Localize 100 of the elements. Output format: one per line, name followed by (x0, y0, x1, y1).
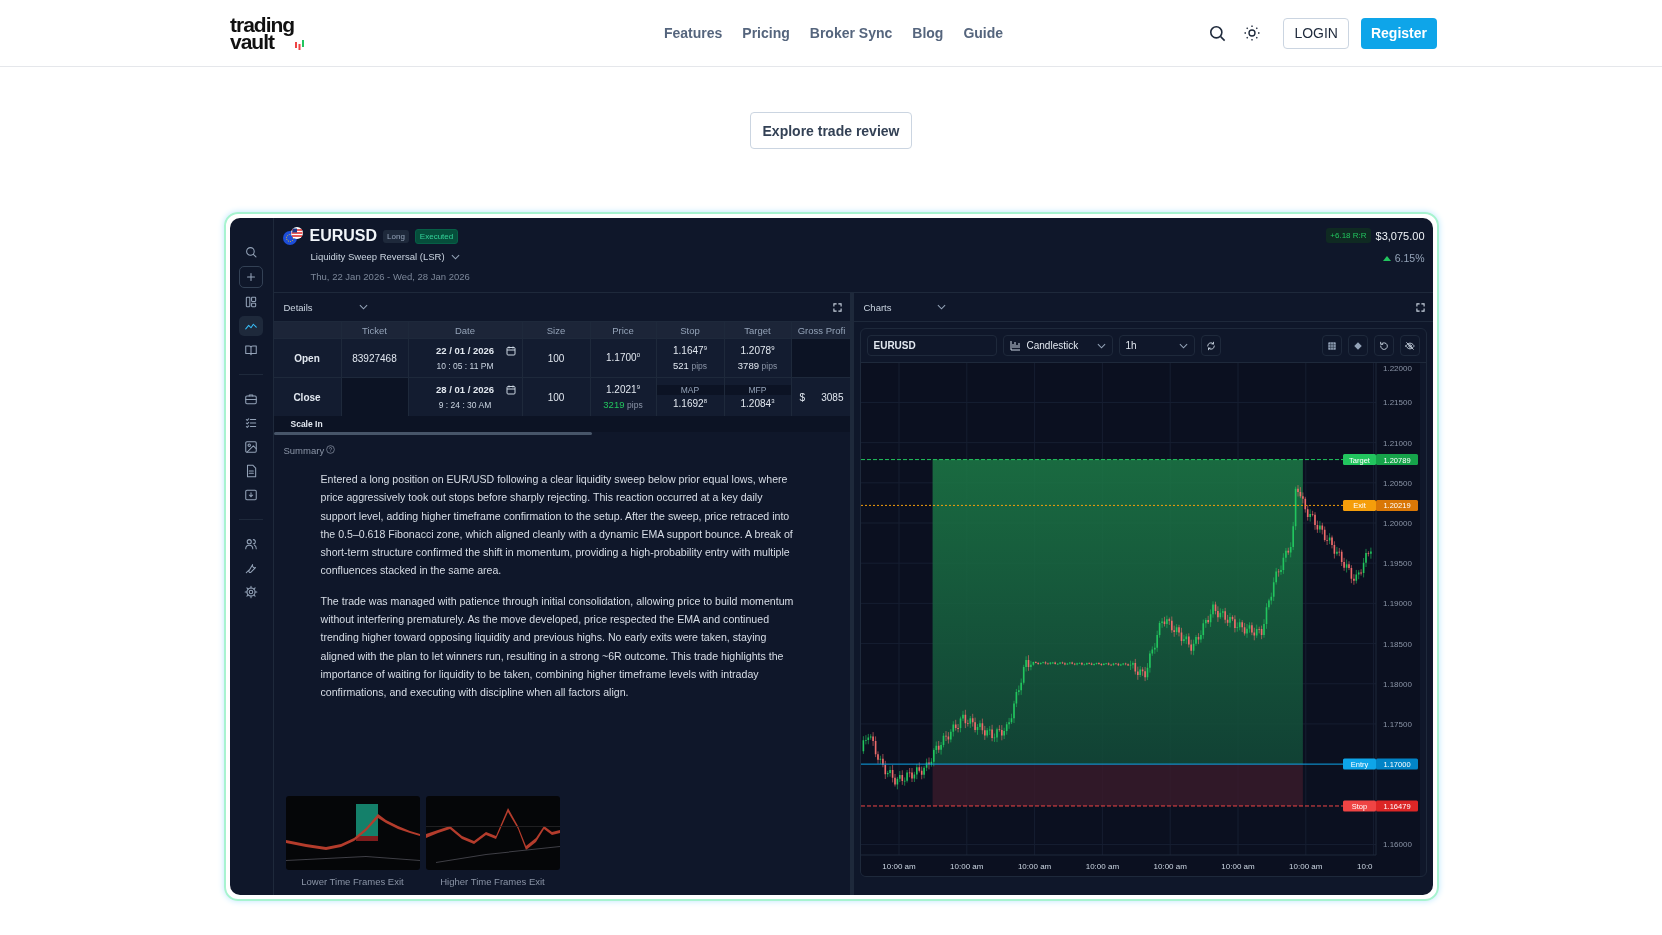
panel-dropdown[interactable]: Details (283, 301, 368, 313)
nav-link[interactable]: Blog (912, 25, 944, 41)
panel-title: Details (283, 301, 313, 313)
users-icon (244, 537, 258, 551)
row-label: Close (273, 378, 341, 416)
nav-link[interactable]: Guide (963, 25, 1004, 41)
row-label: Open (273, 339, 341, 377)
checklist-icon (244, 416, 258, 430)
risk-reward-badge: +6.18 R:R (1326, 228, 1371, 243)
wrench-icon (244, 561, 258, 575)
table-cell: 100 (522, 378, 590, 416)
gear-icon (244, 585, 258, 599)
price-label: 1.18000 (1382, 679, 1412, 689)
document-icon (244, 464, 258, 478)
nav-link[interactable]: Broker Sync (809, 25, 893, 41)
price-value: 1.1692$^{8}$ (673, 397, 707, 410)
grid-icon (1326, 340, 1337, 351)
table-header-cell: Target (724, 322, 791, 338)
sidebar-item[interactable] (239, 316, 263, 336)
grid-button[interactable] (1321, 335, 1342, 356)
summary-paragraph: The trade was managed with patience through initial consolidation, allowing price to build momentum without interfering prematurely. As the move developed, price respected the EMA and continued trending higher toward opposing liquidity and previous highs. No early exits were taken, staying aligned with the plan to let winners run, resulting in a strong ~6R outcome. This trade highlights the importance of waiting for liquidity to be taken, combining higher timeframe levels with intraday confirmations, and executing with discipline when all factors align. (320, 593, 795, 701)
price-label: 1.20500 (1382, 478, 1412, 488)
plus-icon (244, 270, 258, 284)
summary-label: Summary (283, 445, 325, 456)
price-value: 1.2078$^{9}$ (740, 344, 775, 357)
refresh-icon (1205, 340, 1216, 351)
chevron-icon (1096, 342, 1106, 349)
price-label: 1.18500 (1382, 639, 1412, 649)
chart-type-dropdown[interactable]: Candlestick (1002, 335, 1113, 356)
summary-paragraph: Entered a long position on EUR/USD following a clear liquidity sweep below prior equal lows, where price aggressively took out stops before sharply rejecting. This reaction occurred at a key daily support level, adding higher timeframe confirmation to the setup. After the sweep, price retraced into the 0.5–0.618 Fibonacci zone, which aligned cleanly with a dynamic EMA support bounce. A break of short-term structure confirmed the shift in momentum, providing a high-probability entry with multiple confluences stacked in the same area. (320, 472, 794, 579)
symbol-title: EURUSD (309, 227, 378, 245)
eye-off-icon (1404, 340, 1415, 351)
search-icon (244, 245, 258, 259)
briefcase-icon (244, 392, 258, 406)
picture-caption: Lower Time Frames Exit (301, 876, 404, 887)
price-label: 1.20000 (1382, 519, 1412, 528)
table-cell: 83927468 (341, 339, 408, 377)
picture-caption: Higher Time Frames Exit (440, 876, 545, 887)
chevron-icon (937, 304, 947, 310)
time-text: 9 : 24 : 30 AM (438, 400, 492, 410)
marker-button[interactable] (1347, 335, 1368, 356)
table-header-cell: Stop (656, 322, 724, 338)
sun-icon (1243, 24, 1262, 42)
chevron-icon (1178, 342, 1188, 349)
profit-amount: $3,075.00 (1375, 229, 1425, 242)
price-label: 1.17500 (1382, 719, 1412, 729)
logo-text: vault (230, 33, 275, 50)
refresh-button[interactable] (1200, 335, 1221, 356)
time-label: 10:00 am (949, 862, 983, 871)
pips-text: 3219 pips (603, 399, 643, 411)
calendar-icon (505, 346, 516, 356)
nav-link[interactable]: Pricing (742, 25, 790, 41)
hide-button[interactable] (1399, 335, 1420, 356)
status-badge: Executed (414, 228, 459, 244)
time-label: 10:00 am (1085, 862, 1119, 871)
price-value: 1.1700$^{0}$ (606, 352, 640, 364)
dashboard-icon (244, 295, 258, 309)
reset-button[interactable] (1373, 335, 1394, 356)
scale-in-tab[interactable]: Scale In (273, 416, 850, 432)
table-header-cell: Price (590, 322, 656, 338)
download-icon (244, 488, 258, 502)
diamond-icon (1352, 340, 1363, 351)
interval-dropdown[interactable]: 1h (1118, 335, 1195, 356)
price-value: 1.2021$^{9}$ (606, 383, 640, 396)
caption-text: MAP (656, 384, 724, 395)
login-button[interactable]: LOGIN (1283, 17, 1349, 49)
time-label: 10:0 (1356, 862, 1373, 871)
explore-button[interactable]: Explore trade review (749, 112, 913, 149)
price-label: 1.19500 (1382, 559, 1412, 569)
price-label: 1.22000 (1382, 364, 1412, 373)
interval-text: 1h (1125, 340, 1137, 351)
help-icon (326, 445, 336, 454)
date-text: 22 / 01 / 2026 (435, 345, 495, 356)
time-label: 10:00 am (1017, 862, 1051, 871)
chevron-icon (358, 304, 368, 310)
table-header-cell: Gross Profi (791, 322, 850, 338)
undo-icon (1378, 340, 1389, 351)
currency-symbol: $ (799, 391, 806, 403)
table-header-cell: Size (522, 322, 590, 338)
symbol-field[interactable]: EURUSD (866, 335, 997, 356)
scrollbar[interactable] (273, 432, 592, 435)
price-label: 1.16000 (1382, 840, 1412, 850)
return-percent: 6.15% (1394, 252, 1425, 264)
direction-badge: Long (383, 229, 409, 243)
time-text: 10 : 05 : 11 PM (436, 361, 494, 371)
pips-text: 521 pips (672, 360, 708, 372)
table-header-cell: Ticket (341, 322, 408, 338)
price-label: 1.21000 (1382, 438, 1412, 448)
price-value: 1.1647$^{9}$ (673, 344, 707, 357)
caption-text: MFP (724, 384, 791, 395)
table-header-cell: Date (408, 322, 522, 338)
pips-text: 3789 pips (737, 360, 778, 372)
time-label: 10:00 am (881, 862, 916, 871)
panel-dropdown[interactable]: Charts (863, 301, 947, 313)
time-label: 10:00 am (1153, 862, 1187, 871)
nav-link[interactable]: Features (663, 25, 723, 41)
bar-chart-icon (1009, 340, 1020, 351)
panel-title: Charts (863, 301, 892, 313)
date-range-text: Thu, 22 Jan 2026 - Wed, 28 Jan 2026 (310, 271, 470, 282)
chart-type-text: Candlestick (1026, 340, 1079, 351)
